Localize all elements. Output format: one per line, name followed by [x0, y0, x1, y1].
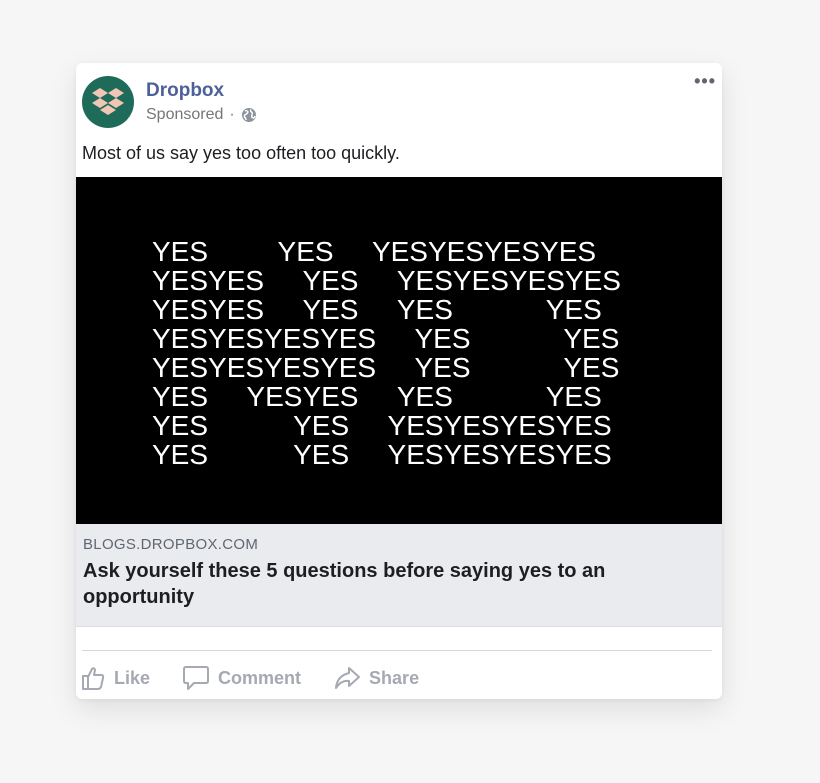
meta-separator: ·	[229, 106, 235, 123]
dropbox-logo-icon	[92, 88, 124, 115]
artwork-line: YES YES YESYESYESYES	[152, 439, 612, 470]
dropbox-avatar[interactable]	[82, 76, 134, 128]
share-button[interactable]: Share	[333, 665, 419, 691]
comment-button[interactable]: Comment	[182, 665, 301, 691]
post-meta: Sponsored ·	[146, 106, 257, 124]
artwork-line: YESYES YES YESYESYESYES	[152, 265, 621, 296]
page-name-link[interactable]: Dropbox	[146, 80, 224, 102]
like-button[interactable]: Like	[80, 665, 150, 691]
artwork-line: YES YES YESYESYESYES	[152, 410, 612, 441]
post-caption: Most of us say yes too often too quickly…	[82, 143, 400, 163]
yes-no-artwork: YES YES YESYESYESYES YESYES YES YESYESYE…	[152, 236, 621, 470]
artwork-line: YESYESYESYES YES YES	[152, 352, 619, 383]
share-arrow-icon	[335, 667, 361, 689]
comment-label: Comment	[218, 667, 302, 688]
artwork-line: YES YES YESYESYESYES	[152, 236, 596, 267]
post-image[interactable]: YES YES YESYESYESYES YESYES YES YESYESYE…	[76, 177, 722, 524]
share-label: Share	[369, 667, 420, 688]
artwork-line: YES YESYES YES YES	[152, 381, 602, 412]
artwork-line: YESYES YES YES YES	[152, 294, 602, 325]
link-preview[interactable]: BLOGS.DROPBOX.COM Ask yourself these 5 q…	[76, 524, 722, 627]
globe-icon[interactable]	[241, 107, 257, 123]
action-bar: Like Comment Share	[80, 663, 451, 693]
actions-divider	[82, 650, 712, 651]
like-label: Like	[114, 667, 151, 688]
more-options-icon[interactable]: •••	[694, 71, 716, 92]
sponsored-label[interactable]: Sponsored	[146, 106, 223, 124]
thumbs-up-icon	[82, 667, 105, 690]
link-headline[interactable]: Ask yourself these 5 questions before sa…	[83, 558, 693, 610]
comment-icon	[183, 666, 210, 690]
link-domain: BLOGS.DROPBOX.COM	[83, 536, 259, 553]
artwork-line: YESYESYESYES YES YES	[152, 323, 619, 354]
ad-post-card: Dropbox Sponsored · ••• Most of us say y…	[76, 63, 722, 699]
